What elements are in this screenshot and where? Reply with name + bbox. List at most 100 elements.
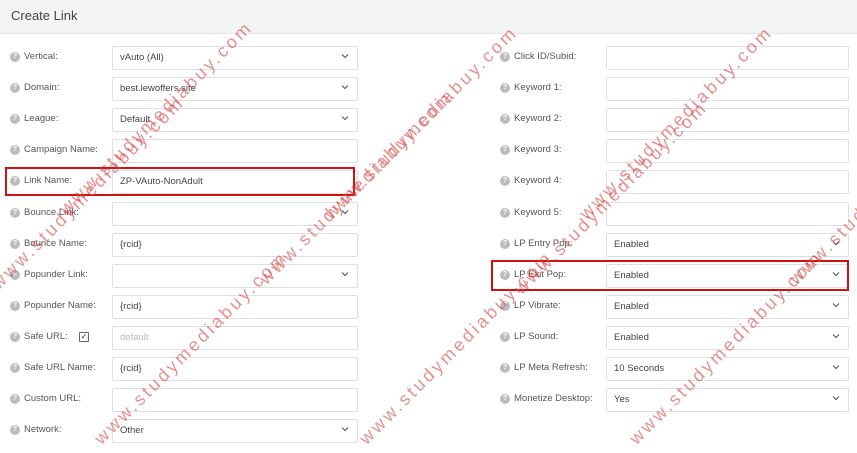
safe-url-name-input[interactable]: {rcid}	[112, 357, 358, 381]
safe-url-name-value: {rcid}	[120, 363, 142, 374]
help-icon[interactable]: ?	[10, 300, 20, 311]
keyword-1-input[interactable]	[606, 77, 849, 102]
popunder-name-input[interactable]: {rcid}	[112, 294, 358, 319]
safe-url-input[interactable]: default	[112, 325, 358, 350]
help-icon[interactable]: ?	[500, 52, 510, 62]
vertical-value: vAuto (All)	[120, 52, 164, 63]
lp-meta-refresh-label: LP Meta Refresh:	[514, 362, 588, 373]
safe-url-value: default	[120, 331, 149, 343]
field-row-link-name: ? Link Name: ZP-VAuto-NonAdult	[10, 170, 358, 195]
lp-sound-select[interactable]: Enabled	[606, 325, 849, 350]
league-label: League:	[24, 113, 59, 125]
help-icon[interactable]: ?	[10, 238, 20, 249]
keyword-5-label: Keyword 5:	[514, 206, 562, 218]
help-icon[interactable]: ?	[10, 114, 20, 125]
field-row-lp-vibrate: ? LP Vibrate: Enabled	[500, 294, 849, 319]
bounce-name-input[interactable]: {rcid}	[112, 232, 358, 257]
popunder-name-value: {rcid}	[120, 300, 142, 312]
field-row-keyword-2: ? Keyword 2:	[500, 108, 849, 133]
chevron-down-icon	[832, 302, 840, 308]
help-icon[interactable]: ?	[10, 207, 20, 218]
keyword-3-label: Keyword 3:	[514, 144, 562, 156]
custom-url-label: Custom URL:	[24, 393, 82, 405]
help-icon[interactable]: ?	[500, 300, 510, 311]
help-icon[interactable]: ?	[500, 83, 510, 94]
field-row-keyword-4: ? Keyword 4:	[500, 170, 849, 195]
lp-vibrate-select[interactable]: Enabled	[606, 294, 849, 319]
help-icon[interactable]: ?	[10, 363, 20, 373]
bounce-name-value: {rcid}	[120, 238, 142, 250]
keyword-2-input[interactable]	[606, 108, 849, 133]
safe-url-name-label: Safe URL Name:	[24, 362, 96, 373]
chevron-down-icon	[832, 365, 840, 370]
help-icon[interactable]: ?	[10, 145, 20, 156]
bounce-name-label: Bounce Name:	[24, 237, 87, 249]
click-id-subid-input[interactable]	[606, 46, 849, 70]
campaign-name-input[interactable]	[112, 139, 358, 164]
chevron-down-icon	[832, 271, 840, 276]
field-row-lp-meta-refresh: ? LP Meta Refresh: 10 Seconds	[500, 357, 849, 381]
help-icon[interactable]: ?	[10, 394, 20, 405]
custom-url-input[interactable]	[112, 388, 358, 413]
lp-vibrate-label: LP Vibrate:	[514, 299, 561, 311]
field-row-safe-url-name: ? Safe URL Name: {rcid}	[10, 357, 358, 381]
domain-value: best.lewoffers.site	[120, 83, 196, 95]
popunder-name-label: Popunder Name:	[24, 299, 96, 311]
keyword-1-label: Keyword 1:	[514, 82, 562, 94]
field-row-lp-sound: ? LP Sound: Enabled	[500, 325, 849, 350]
monetize-desktop-select[interactable]: Yes	[606, 388, 849, 413]
help-icon[interactable]: ?	[500, 363, 510, 373]
field-row-safe-url: ? Safe URL: ✓ default	[10, 325, 358, 350]
help-icon[interactable]: ?	[500, 207, 510, 218]
safe-url-checkbox[interactable]: ✓	[79, 331, 89, 342]
help-icon[interactable]: ?	[10, 269, 20, 280]
chevron-down-icon	[832, 240, 840, 245]
help-icon[interactable]: ?	[500, 238, 510, 249]
help-icon[interactable]: ?	[10, 331, 20, 342]
domain-select[interactable]: best.lewoffers.site	[112, 77, 358, 102]
keyword-5-input[interactable]	[606, 201, 849, 226]
field-row-domain: ? Domain: best.lewoffers.site	[10, 77, 358, 102]
chevron-down-icon	[341, 209, 349, 214]
help-icon[interactable]: ?	[500, 145, 510, 156]
panel-header: Create Link	[0, 0, 857, 34]
safe-url-label: Safe URL:	[24, 330, 68, 342]
help-icon[interactable]: ?	[10, 83, 20, 94]
help-icon[interactable]: ?	[500, 176, 510, 187]
field-row-bounce-name: ? Bounce Name: {rcid}	[10, 232, 358, 257]
field-row-campaign-name: ? Campaign Name:	[10, 139, 358, 164]
network-value: Other	[120, 425, 144, 437]
help-icon[interactable]: ?	[500, 269, 510, 280]
lp-exit-pop-label: LP Exit Pop:	[514, 268, 567, 280]
field-row-custom-url: ? Custom URL:	[10, 388, 358, 413]
keyword-4-input[interactable]	[606, 170, 849, 195]
vertical-select[interactable]: vAuto (All)	[112, 46, 358, 70]
link-name-input[interactable]: ZP-VAuto-NonAdult	[112, 170, 358, 195]
help-icon[interactable]: ?	[500, 114, 510, 125]
lp-exit-pop-select[interactable]: Enabled	[606, 263, 849, 288]
help-icon[interactable]: ?	[500, 394, 510, 405]
vertical-label: Vertical:	[24, 51, 58, 62]
lp-meta-refresh-select[interactable]: 10 Seconds	[606, 357, 849, 381]
help-icon[interactable]: ?	[10, 425, 20, 436]
monetize-desktop-value: Yes	[614, 394, 630, 406]
lp-vibrate-value: Enabled	[614, 300, 649, 312]
help-icon[interactable]: ?	[500, 331, 510, 342]
field-row-lp-entry-pop: ? LP Entry Pop: Enabled	[500, 232, 849, 257]
field-row-keyword-3: ? Keyword 3:	[500, 139, 849, 164]
field-row-popunder-name: ? Popunder Name: {rcid}	[10, 294, 358, 319]
league-select[interactable]: Default	[112, 108, 358, 133]
help-icon[interactable]: ?	[10, 52, 20, 62]
lp-entry-pop-select[interactable]: Enabled	[606, 232, 849, 257]
keyword-3-input[interactable]	[606, 139, 849, 164]
network-select[interactable]: Other	[112, 419, 358, 444]
field-row-keyword-1: ? Keyword 1:	[500, 77, 849, 102]
popunder-link-select[interactable]	[112, 263, 358, 288]
chevron-down-icon	[832, 396, 840, 401]
league-value: Default	[120, 114, 151, 126]
chevron-down-icon	[341, 85, 349, 90]
field-row-vertical: ? Vertical: vAuto (All)	[10, 46, 358, 70]
bounce-link-select[interactable]	[112, 201, 358, 226]
help-icon[interactable]: ?	[10, 176, 20, 187]
link-name-label: Link Name:	[24, 175, 73, 187]
